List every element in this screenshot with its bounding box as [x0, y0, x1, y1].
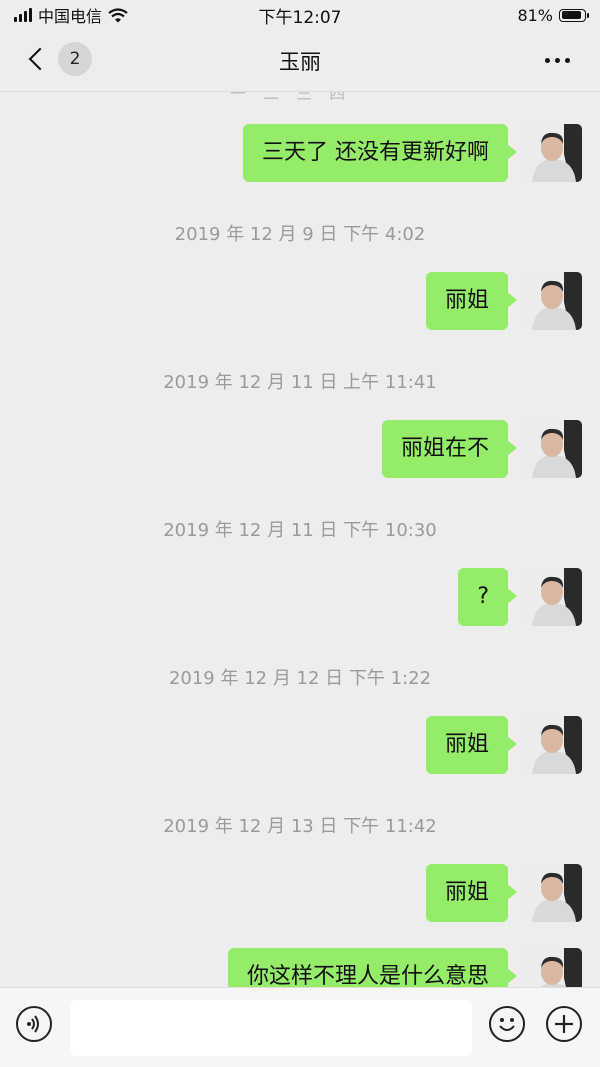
status-left: 中国电信	[14, 3, 128, 27]
plus-icon	[555, 1015, 573, 1033]
avatar[interactable]	[524, 716, 582, 774]
more-dot-icon	[565, 58, 570, 63]
message-input[interactable]	[70, 1000, 472, 1056]
timestamp: 2019 年 12 月 11 日 上午 11:41	[163, 372, 437, 393]
carrier-label: 中国电信	[38, 7, 103, 26]
avatar[interactable]	[524, 124, 582, 182]
message-bubble[interactable]: ?	[458, 568, 517, 626]
message-row: ?	[458, 568, 582, 626]
message-list[interactable]: 一 二 三 四 三天了 还没有更新好啊 2019 年 12 月 9 日 下午 4…	[0, 92, 600, 987]
message-bubble[interactable]: 三天了 还没有更新好啊	[243, 124, 517, 182]
message-row: 你这样不理人是什么意思	[227, 948, 582, 987]
scrolled-timestamp-fragment: 一 二 三 四	[230, 92, 352, 103]
avatar[interactable]	[524, 864, 582, 922]
signal-icon	[14, 8, 32, 22]
status-bar: 中国电信 下午12:07 81%	[0, 0, 600, 30]
message-row: 丽姐	[425, 272, 582, 330]
battery-icon	[559, 8, 589, 22]
message-bubble[interactable]: 你这样不理人是什么意思	[227, 948, 518, 987]
wifi-icon	[108, 7, 128, 22]
timestamp: 2019 年 12 月 13 日 下午 11:42	[163, 816, 437, 837]
voice-icon	[27, 1015, 39, 1033]
more-dot-icon	[555, 58, 560, 63]
avatar[interactable]	[524, 948, 582, 987]
plus-button[interactable]	[546, 1006, 582, 1042]
message-row: 丽姐	[425, 716, 582, 774]
avatar[interactable]	[524, 272, 582, 330]
voice-button[interactable]	[16, 1006, 52, 1042]
status-right: 81%	[517, 5, 589, 25]
message-row: 丽姐在不	[381, 420, 582, 478]
message-bubble[interactable]: 丽姐	[425, 864, 518, 922]
message-row: 三天了 还没有更新好啊	[243, 124, 582, 182]
timestamp: 2019 年 12 月 9 日 下午 4:02	[174, 224, 426, 245]
emoji-button[interactable]	[489, 1006, 525, 1042]
more-dot-icon	[545, 58, 550, 63]
message-row: 丽姐	[425, 864, 582, 922]
message-bubble[interactable]: 丽姐	[425, 716, 518, 774]
emoji-icon	[499, 1018, 515, 1031]
timestamp: 2019 年 12 月 12 日 下午 1:22	[168, 668, 432, 689]
input-bar	[0, 987, 600, 1067]
avatar[interactable]	[524, 420, 582, 478]
battery-percent: 81%	[517, 5, 553, 25]
chat-title: 玉丽	[279, 50, 321, 74]
more-options-button[interactable]	[545, 58, 570, 63]
avatar[interactable]	[524, 568, 582, 626]
message-bubble[interactable]: 丽姐	[425, 272, 518, 330]
chat-header: 2 玉丽	[0, 30, 600, 92]
message-bubble[interactable]: 丽姐在不	[381, 420, 518, 478]
timestamp: 2019 年 12 月 11 日 下午 10:30	[163, 520, 437, 541]
